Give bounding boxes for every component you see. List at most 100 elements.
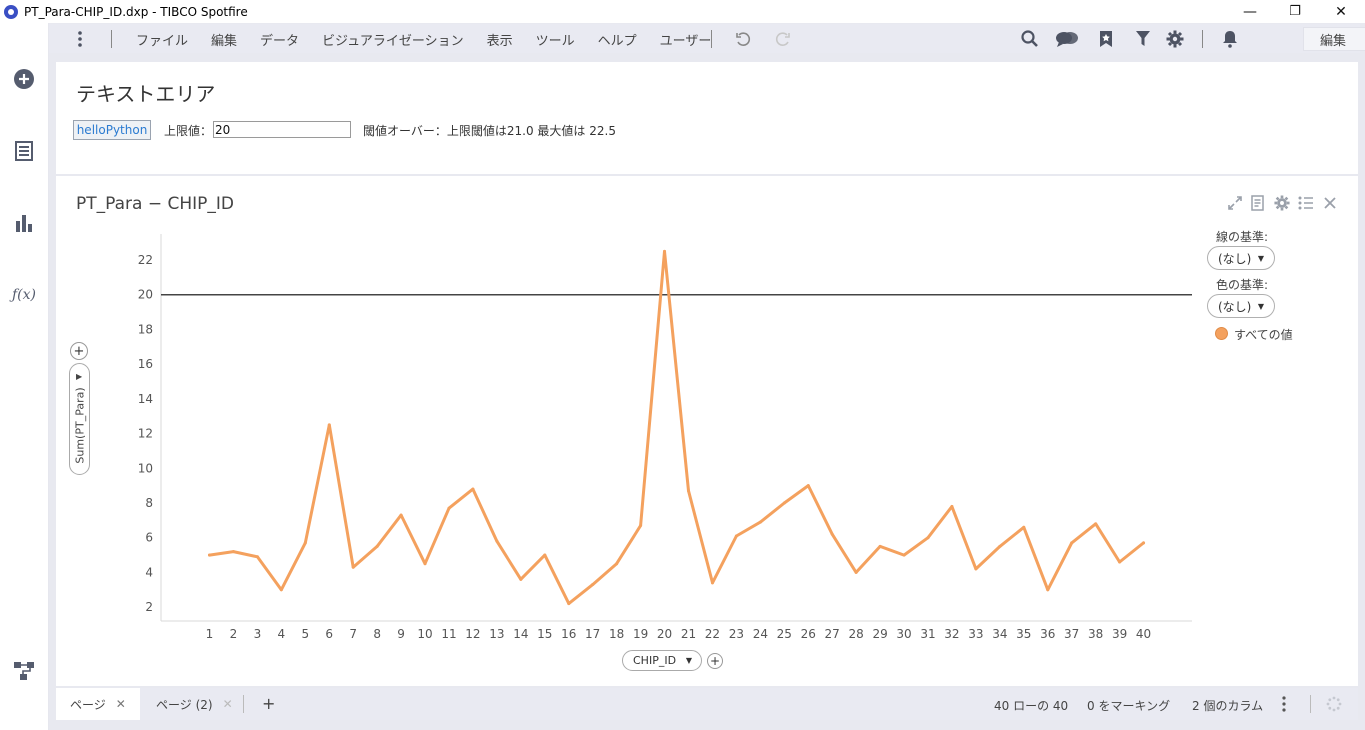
collaboration-icon[interactable] (1055, 27, 1079, 51)
x-tick-label: 1 (206, 627, 214, 641)
color-by-value: (なし) (1218, 299, 1252, 314)
restore-button[interactable]: ❐ (1272, 0, 1318, 23)
data-point[interactable] (447, 506, 451, 510)
data-point[interactable] (758, 520, 762, 524)
x-tick-label: 38 (1088, 627, 1103, 641)
data-point[interactable] (279, 588, 283, 592)
hello-python-button[interactable]: helloPython (73, 120, 151, 140)
data-point[interactable] (1118, 560, 1122, 564)
line-by-select[interactable]: (なし) ▼ (1207, 246, 1275, 270)
tab-separator (243, 695, 244, 713)
data-point[interactable] (854, 570, 858, 574)
function-icon[interactable]: ƒ(x) (12, 283, 36, 307)
data-point[interactable] (208, 553, 211, 557)
y-axis-selector[interactable]: ▶ Sum(PT_Para) (69, 363, 90, 475)
data-point[interactable] (998, 544, 1002, 548)
color-by-select[interactable]: (なし) ▼ (1207, 294, 1275, 318)
line-chart[interactable]: 246810121416182022 1 2 3 4 5 6 7 8 9 10 11 12 13 14 15… (56, 176, 1358, 686)
data-point[interactable] (663, 249, 667, 253)
page-tab-1[interactable]: ページ ✕ (56, 688, 140, 720)
data-point[interactable] (734, 534, 738, 538)
data-point[interactable] (543, 553, 547, 557)
mode-select-value: 編集 (1320, 33, 1347, 49)
redo-icon[interactable] (771, 27, 795, 51)
notification-bell-icon[interactable] (1218, 27, 1242, 51)
x-tick-label: 25 (777, 627, 792, 641)
menu-data[interactable]: データ (260, 30, 299, 49)
series-group[interactable] (208, 249, 1146, 606)
menu-edit[interactable]: 編集 (211, 30, 237, 49)
data-point[interactable] (375, 544, 379, 548)
data-point[interactable] (399, 513, 403, 517)
data-point[interactable] (471, 487, 475, 491)
add-icon[interactable] (12, 67, 36, 91)
text-area-title: テキストエリア (76, 82, 216, 106)
upper-limit-input[interactable] (213, 121, 351, 138)
data-point[interactable] (567, 602, 571, 606)
data-point[interactable] (974, 567, 978, 571)
menu-help[interactable]: ヘルプ (598, 30, 637, 49)
data-point[interactable] (1022, 525, 1026, 529)
data-point[interactable] (926, 536, 930, 540)
status-more-icon[interactable] (1282, 696, 1286, 715)
data-point[interactable] (687, 489, 690, 493)
workflow-icon[interactable] (12, 659, 36, 683)
data-point[interactable] (255, 555, 259, 559)
page-tab-2[interactable]: ページ (2) ✕ (142, 688, 247, 720)
x-tick-label: 7 (349, 627, 357, 641)
search-icon[interactable] (1018, 27, 1042, 51)
more-menu-icon[interactable] (78, 30, 82, 48)
data-point[interactable] (351, 565, 355, 569)
close-window-button[interactable]: ✕ (1318, 0, 1364, 23)
close-tab-icon[interactable]: ✕ (116, 697, 126, 711)
data-point[interactable] (615, 562, 619, 566)
x-axis-add-button[interactable]: + (707, 653, 723, 669)
data-point[interactable] (591, 583, 595, 587)
menu-view[interactable]: 表示 (487, 30, 513, 49)
x-axis-selector[interactable]: CHIP_ID ▼ (622, 650, 702, 671)
x-tick-label: 8 (373, 627, 381, 641)
data-point[interactable] (1046, 588, 1050, 592)
line-chart-panel: PT_Para − CHIP_ID 2 4 6 8 10 12 14 16 18 20 22 123… (56, 176, 1358, 686)
series-line[interactable] (208, 249, 1145, 606)
data-point[interactable] (519, 577, 523, 581)
x-tick-label: 33 (968, 627, 983, 641)
add-page-button[interactable]: + (262, 694, 275, 713)
undo-icon[interactable] (731, 27, 755, 51)
spotfire-logo-icon (4, 4, 18, 19)
data-point[interactable] (639, 524, 643, 528)
data-point[interactable] (878, 544, 882, 548)
data-point[interactable] (806, 484, 810, 488)
legend-entry-all-values[interactable]: すべての値 (1234, 326, 1293, 343)
menu-file[interactable]: ファイル (136, 30, 188, 49)
menu-visualization[interactable]: ビジュアライゼーション (322, 30, 464, 49)
page-tab-label: ページ (2) (156, 697, 213, 712)
mode-select[interactable]: 編集 (1303, 27, 1365, 51)
data-point[interactable] (231, 550, 235, 554)
filter-icon[interactable] (1131, 27, 1155, 51)
minimize-button[interactable]: — (1227, 0, 1273, 23)
x-tick-label: 15 (537, 627, 552, 641)
data-point[interactable] (327, 423, 331, 427)
data-point[interactable] (303, 541, 307, 545)
data-point[interactable] (902, 553, 906, 557)
menu-user[interactable]: ユーザー (660, 30, 712, 49)
data-point[interactable] (1094, 522, 1098, 526)
visualization-icon[interactable] (12, 211, 36, 235)
close-tab-icon[interactable]: ✕ (223, 697, 233, 711)
x-tick-label: 4 (278, 627, 286, 641)
data-point[interactable] (1070, 541, 1074, 545)
data-point[interactable] (830, 532, 834, 536)
x-tick-label: 32 (944, 627, 959, 641)
data-point[interactable] (710, 581, 714, 585)
data-point[interactable] (495, 539, 499, 543)
data-point[interactable] (782, 501, 786, 505)
settings-gear-icon[interactable] (1163, 27, 1187, 51)
bookmark-icon[interactable] (1094, 27, 1118, 51)
y-axis-add-button[interactable]: + (70, 342, 88, 360)
data-point[interactable] (950, 504, 954, 508)
data-table-icon[interactable] (12, 139, 36, 163)
data-point[interactable] (1142, 541, 1146, 545)
menu-tools[interactable]: ツール (536, 30, 575, 49)
data-point[interactable] (423, 562, 427, 566)
